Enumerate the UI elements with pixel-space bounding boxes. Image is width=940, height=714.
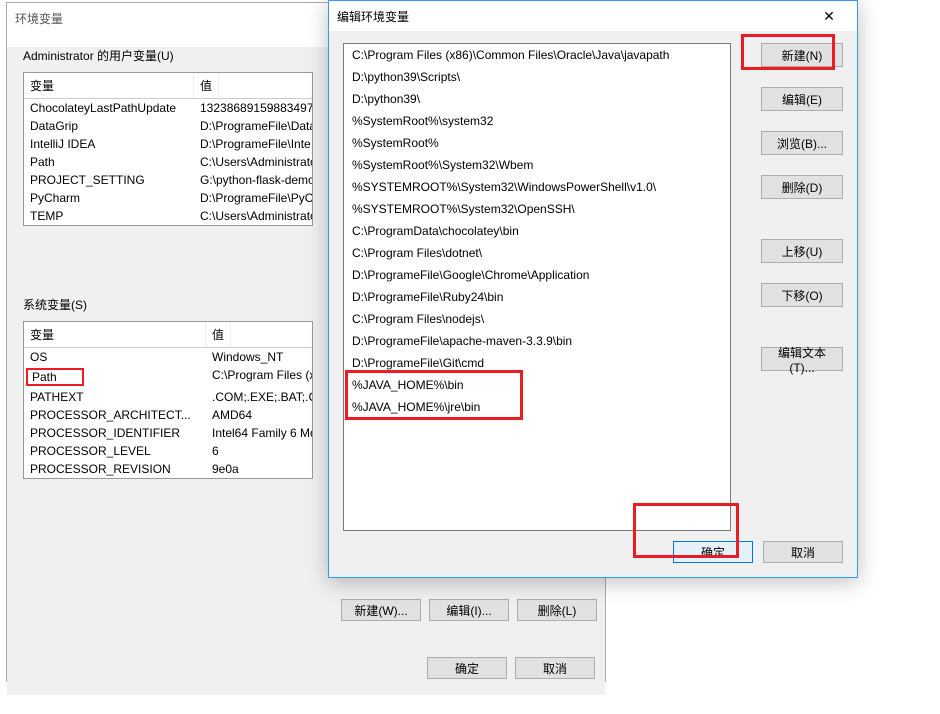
- table-row[interactable]: PyCharmD:\ProgrameFile\PyC: [24, 189, 312, 207]
- edit-env-var-window: 编辑环境变量 ✕ C:\Program Files (x86)\Common F…: [328, 0, 858, 578]
- list-item[interactable]: %SYSTEMROOT%\System32\WindowsPowerShell\…: [344, 176, 730, 198]
- list-item[interactable]: D:\python39\Scripts\: [344, 66, 730, 88]
- th-value: 值: [194, 73, 219, 98]
- table-header: 变量 值: [24, 73, 312, 99]
- edit-sys-button[interactable]: 编辑(I)...: [429, 599, 509, 621]
- list-item[interactable]: %SystemRoot%\System32\Wbem: [344, 154, 730, 176]
- table-row[interactable]: PROCESSOR_REVISION9e0a: [24, 460, 312, 478]
- table-row[interactable]: PROJECT_SETTINGG:\python-flask-demo: [24, 171, 312, 189]
- delete-button[interactable]: 删除(D): [761, 175, 843, 199]
- env-ok-button[interactable]: 确定: [427, 657, 507, 679]
- ok-button[interactable]: 确定: [673, 541, 753, 563]
- list-item[interactable]: D:\ProgrameFile\Ruby24\bin: [344, 286, 730, 308]
- list-item[interactable]: C:\Program Files\nodejs\: [344, 308, 730, 330]
- edit-text-button[interactable]: 编辑文本(T)...: [761, 347, 843, 371]
- list-item[interactable]: C:\Program Files (x86)\Common Files\Orac…: [344, 44, 730, 66]
- table-row[interactable]: ChocolateyLastPathUpdate1323868915988349…: [24, 99, 312, 117]
- table-row[interactable]: PROCESSOR_LEVEL6: [24, 442, 312, 460]
- th-variable: 变量: [24, 73, 194, 98]
- list-item[interactable]: %JAVA_HOME%\bin: [344, 374, 730, 396]
- table-row[interactable]: OSWindows_NT: [24, 348, 312, 366]
- th-value: 值: [206, 322, 231, 347]
- browse-button[interactable]: 浏览(B)...: [761, 131, 843, 155]
- table-row[interactable]: DataGripD:\ProgrameFile\Data: [24, 117, 312, 135]
- env-vars-title: 环境变量: [15, 10, 63, 27]
- edit-titlebar: 编辑环境变量 ✕: [329, 1, 857, 31]
- env-cancel-button[interactable]: 取消: [515, 657, 595, 679]
- th-variable: 变量: [24, 322, 206, 347]
- cancel-button[interactable]: 取消: [763, 541, 843, 563]
- list-item[interactable]: %SystemRoot%: [344, 132, 730, 154]
- move-up-button[interactable]: 上移(U): [761, 239, 843, 263]
- list-item[interactable]: %SYSTEMROOT%\System32\OpenSSH\: [344, 198, 730, 220]
- table-row[interactable]: PathC:\Program Files (x86: [24, 366, 312, 388]
- list-item[interactable]: D:\ProgrameFile\Google\Chrome\Applicatio…: [344, 264, 730, 286]
- user-vars-table[interactable]: 变量 值 ChocolateyLastPathUpdate13238689159…: [23, 72, 313, 226]
- table-header: 变量 值: [24, 322, 312, 348]
- new-sys-button[interactable]: 新建(W)...: [341, 599, 421, 621]
- edit-title: 编辑环境变量: [337, 8, 409, 25]
- delete-sys-button[interactable]: 删除(L): [517, 599, 597, 621]
- table-row[interactable]: PATHEXT.COM;.EXE;.BAT;.CMD: [24, 388, 312, 406]
- table-row[interactable]: PathC:\Users\Administrato: [24, 153, 312, 171]
- sys-path-highlight: Path: [26, 368, 84, 386]
- list-item[interactable]: %SystemRoot%\system32: [344, 110, 730, 132]
- table-row[interactable]: PROCESSOR_ARCHITECT...AMD64: [24, 406, 312, 424]
- list-item[interactable]: C:\Program Files\dotnet\: [344, 242, 730, 264]
- table-row[interactable]: PROCESSOR_IDENTIFIERIntel64 Family 6 Mod: [24, 424, 312, 442]
- close-icon[interactable]: ✕: [809, 8, 849, 25]
- move-down-button[interactable]: 下移(O): [761, 283, 843, 307]
- new-button[interactable]: 新建(N): [761, 43, 843, 67]
- table-row[interactable]: TEMPC:\Users\Administrato: [24, 207, 312, 225]
- edit-button[interactable]: 编辑(E): [761, 87, 843, 111]
- path-listbox[interactable]: C:\Program Files (x86)\Common Files\Orac…: [343, 43, 731, 531]
- table-row[interactable]: IntelliJ IDEAD:\ProgrameFile\Inte: [24, 135, 312, 153]
- list-item[interactable]: D:\ProgrameFile\apache-maven-3.3.9\bin: [344, 330, 730, 352]
- list-item[interactable]: C:\ProgramData\chocolatey\bin: [344, 220, 730, 242]
- list-item[interactable]: D:\ProgrameFile\Git\cmd: [344, 352, 730, 374]
- list-item[interactable]: D:\python39\: [344, 88, 730, 110]
- list-item[interactable]: %JAVA_HOME%\jre\bin: [344, 396, 730, 418]
- sys-vars-table[interactable]: 变量 值 OSWindows_NT PathC:\Program Files (…: [23, 321, 313, 479]
